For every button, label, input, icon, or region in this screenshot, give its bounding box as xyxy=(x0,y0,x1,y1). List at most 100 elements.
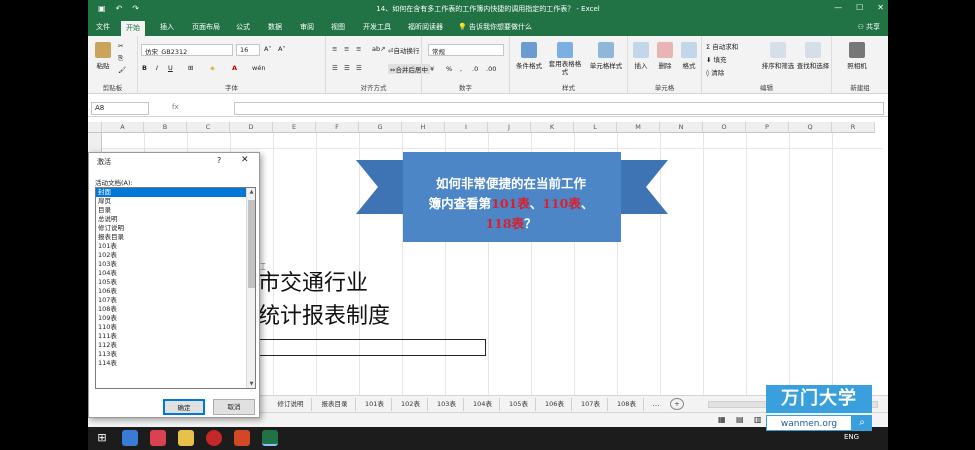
format-as-table-button[interactable]: 套用表格格式 xyxy=(548,42,582,76)
maximize-icon[interactable]: ☐ xyxy=(856,3,863,12)
sheet-tab[interactable]: 107表 xyxy=(574,398,608,411)
function-icon[interactable]: fx xyxy=(172,103,179,111)
sheet-tab[interactable]: 104表 xyxy=(466,398,500,411)
cut-icon[interactable]: ✂ xyxy=(118,42,123,50)
list-item[interactable]: 114表 xyxy=(96,359,255,368)
sheet-tab[interactable]: 报表目录 xyxy=(314,398,356,411)
name-box[interactable]: A8 xyxy=(91,102,149,115)
cell-styles-button[interactable]: 单元格样式 xyxy=(588,42,624,70)
close-icon[interactable]: ✕ xyxy=(241,155,249,165)
column-header[interactable]: I xyxy=(445,122,488,133)
conditional-format-button[interactable]: 条件格式 xyxy=(512,42,546,70)
more-sheets-icon[interactable]: … xyxy=(650,398,662,411)
list-item[interactable]: 107表 xyxy=(96,296,255,305)
list-item[interactable]: 108表 xyxy=(96,305,255,314)
align-bottom-icon[interactable]: ≡ xyxy=(356,45,361,53)
column-header[interactable]: R xyxy=(832,122,875,133)
italic-icon[interactable]: I xyxy=(156,64,158,72)
list-item[interactable]: 修订说明 xyxy=(96,224,255,233)
sheet-tab[interactable]: 修订说明 xyxy=(270,398,312,411)
list-item[interactable]: 106表 xyxy=(96,287,255,296)
list-item[interactable]: 封面 xyxy=(96,188,255,197)
increase-decimal-icon[interactable]: .0 xyxy=(472,65,478,73)
help-icon[interactable]: ? xyxy=(217,156,221,165)
shrink-font-icon[interactable]: A˅ xyxy=(278,45,286,53)
tell-me-box[interactable]: 💡 告诉我你想要做什么 xyxy=(458,22,532,32)
list-item[interactable]: 109表 xyxy=(96,314,255,323)
align-left-icon[interactable]: ☰ xyxy=(332,64,338,72)
column-header[interactable]: P xyxy=(746,122,789,133)
list-item[interactable]: 扉页 xyxy=(96,197,255,206)
align-middle-icon[interactable]: ≡ xyxy=(344,45,349,53)
tab-formulas[interactable]: 公式 xyxy=(236,22,250,32)
percent-icon[interactable]: % xyxy=(446,65,452,73)
list-item[interactable]: 104表 xyxy=(96,269,255,278)
list-item[interactable]: 102表 xyxy=(96,251,255,260)
column-header[interactable]: L xyxy=(574,122,617,133)
column-header[interactable]: J xyxy=(488,122,531,133)
column-header[interactable]: B xyxy=(144,122,187,133)
search-app-icon[interactable] xyxy=(122,430,138,446)
sheet-tab[interactable]: 108表 xyxy=(610,398,644,411)
camera-button[interactable]: 照相机 xyxy=(842,42,872,70)
sheet-tab[interactable]: 101表 xyxy=(358,398,392,411)
sheet-listbox[interactable]: 封面 扉页 目录 总说明 修订说明 报表目录 101表 102表 103表 10… xyxy=(95,187,256,389)
scrollbar-thumb[interactable] xyxy=(248,200,255,288)
column-header[interactable]: E xyxy=(273,122,316,133)
tab-developer[interactable]: 开发工具 xyxy=(363,22,391,32)
comma-icon[interactable]: , xyxy=(460,65,462,73)
bold-icon[interactable]: B xyxy=(142,64,147,72)
sheet-tab[interactable]: 105表 xyxy=(502,398,536,411)
sheet-tab[interactable]: 103表 xyxy=(430,398,464,411)
orientation-icon[interactable]: ab↗ xyxy=(372,45,386,53)
tab-page-layout[interactable]: 页面布局 xyxy=(192,22,220,32)
list-item[interactable]: 103表 xyxy=(96,260,255,269)
clear-button[interactable]: ◊ 清除 xyxy=(706,67,724,77)
delete-cells-button[interactable]: 删除 xyxy=(654,42,676,70)
sheet-tab[interactable]: 106表 xyxy=(538,398,572,411)
fill-button[interactable]: ⬇ 填充 xyxy=(706,54,727,64)
tab-foxit[interactable]: 福昕阅读器 xyxy=(408,22,443,32)
tab-file[interactable]: 文件 xyxy=(96,22,110,32)
column-header[interactable]: N xyxy=(660,122,703,133)
font-size-select[interactable]: 16 xyxy=(236,44,260,56)
page-layout-view-icon[interactable]: ▤ xyxy=(736,415,744,424)
add-sheet-icon[interactable]: + xyxy=(670,398,684,410)
column-header[interactable]: O xyxy=(703,122,746,133)
font-name-select[interactable]: 仿宋_GB2312 xyxy=(141,44,233,56)
excel-taskbar-icon[interactable] xyxy=(262,430,278,446)
align-center-icon[interactable]: ☰ xyxy=(344,64,350,72)
insert-cells-button[interactable]: 插入 xyxy=(630,42,652,70)
list-item[interactable]: 112表 xyxy=(96,341,255,350)
tab-data[interactable]: 数据 xyxy=(268,22,282,32)
list-item[interactable]: 110表 xyxy=(96,323,255,332)
list-item[interactable]: 总说明 xyxy=(96,215,255,224)
column-header[interactable]: G xyxy=(359,122,402,133)
grow-font-icon[interactable]: A˄ xyxy=(264,45,272,53)
tab-view[interactable]: 视图 xyxy=(331,22,345,32)
camera-app-icon[interactable] xyxy=(150,430,166,446)
decrease-decimal-icon[interactable]: .00 xyxy=(486,65,496,73)
border-icon[interactable]: ⊞ xyxy=(188,64,193,72)
currency-icon[interactable]: ¥ xyxy=(430,65,434,73)
phonetic-icon[interactable]: wén xyxy=(252,64,265,72)
column-header[interactable]: A xyxy=(102,122,144,133)
find-select-button[interactable]: 查找和选择 xyxy=(796,42,830,70)
windows-start-icon[interactable]: ⊞ xyxy=(94,430,110,446)
column-header[interactable]: M xyxy=(617,122,660,133)
list-item[interactable]: 113表 xyxy=(96,350,255,359)
listbox-scrollbar[interactable]: ▲ ▼ xyxy=(246,188,255,388)
sheet-tab[interactable]: 102表 xyxy=(394,398,428,411)
copy-icon[interactable]: ⎘ xyxy=(118,54,123,63)
scroll-up-icon[interactable]: ▲ xyxy=(247,189,255,195)
list-item[interactable]: 111表 xyxy=(96,332,255,341)
normal-view-icon[interactable]: ▦ xyxy=(718,415,726,424)
underline-icon[interactable]: U xyxy=(168,64,173,72)
close-icon[interactable]: ✕ xyxy=(877,3,884,12)
wrap-text-button[interactable]: ⏎自动换行 xyxy=(388,45,419,55)
paste-button[interactable]: 粘贴 xyxy=(92,42,114,70)
tab-review[interactable]: 审阅 xyxy=(300,22,314,32)
formula-input[interactable] xyxy=(234,102,884,115)
tab-home[interactable]: 开始 xyxy=(121,21,145,36)
page-break-view-icon[interactable]: ▥ xyxy=(754,415,762,424)
